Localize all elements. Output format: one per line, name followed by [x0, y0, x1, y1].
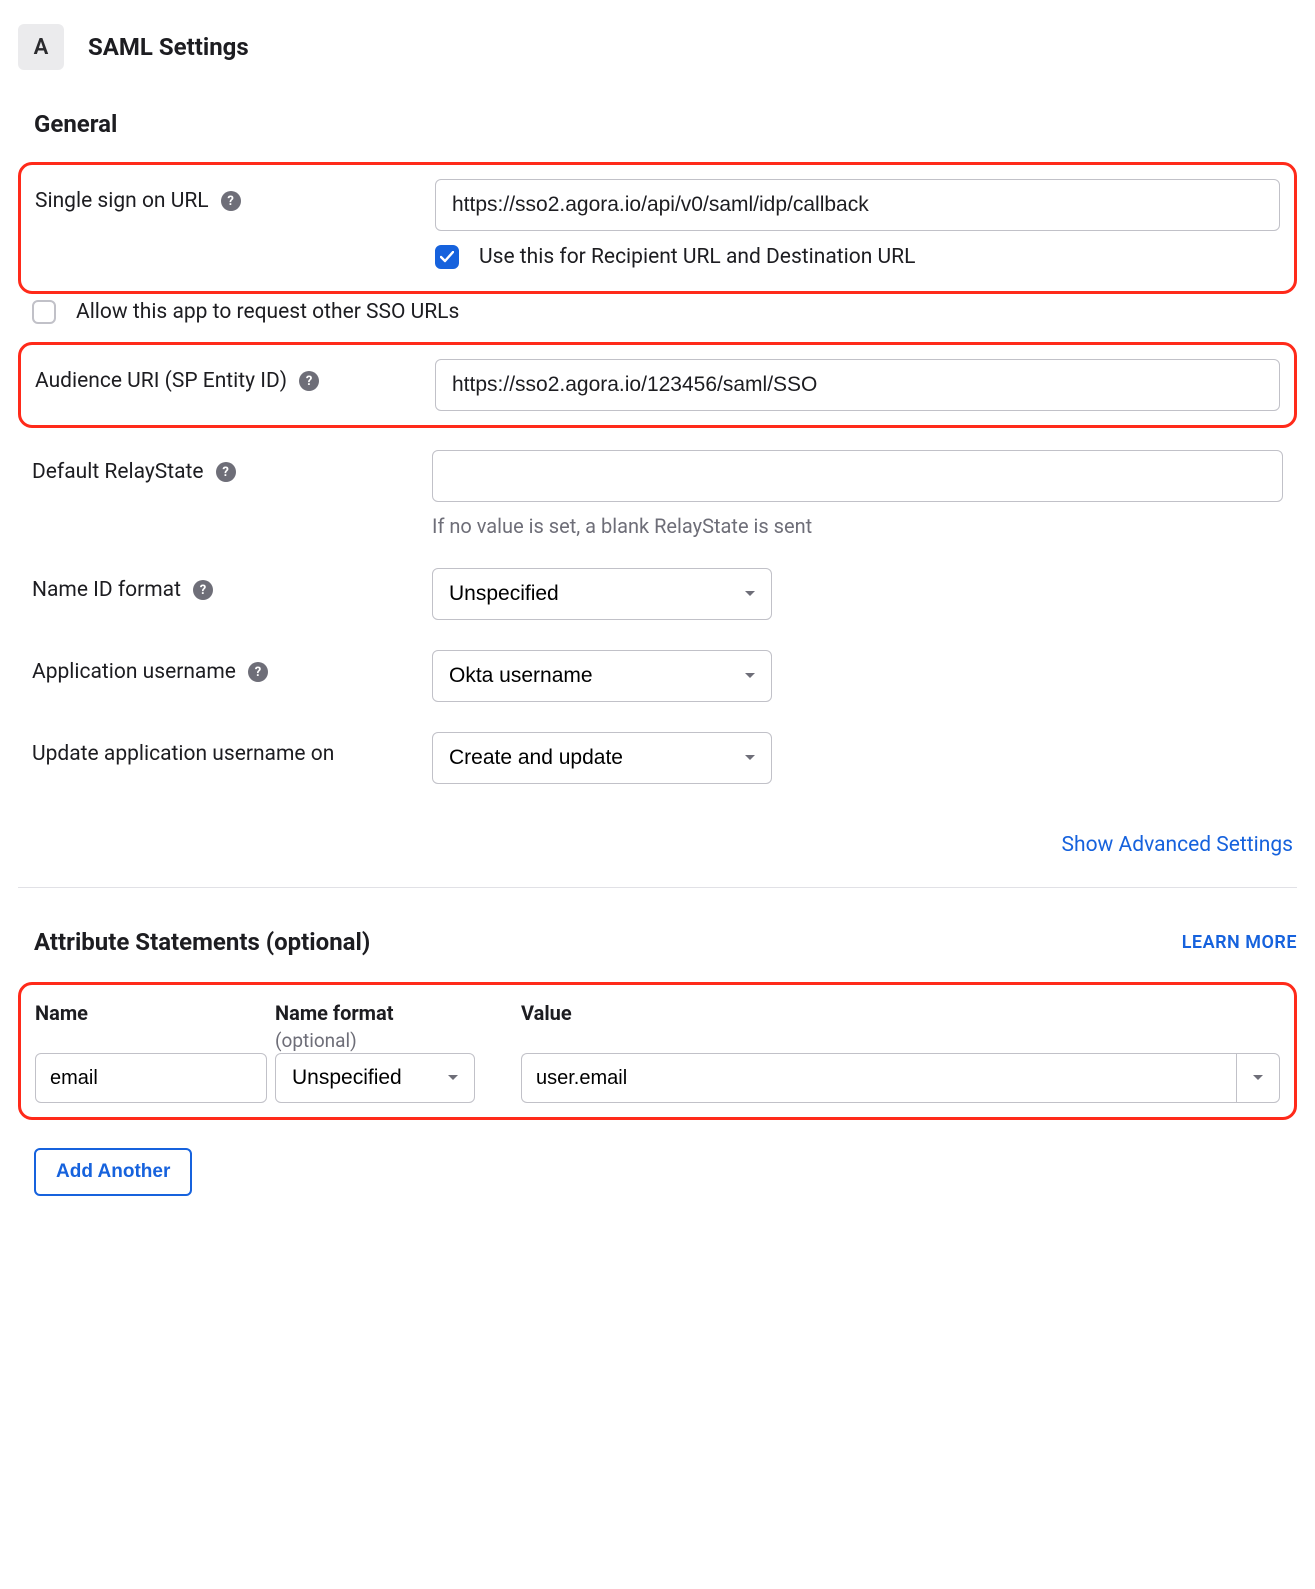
- audience-uri-input[interactable]: [435, 359, 1280, 411]
- name-id-format-select[interactable]: Unspecified: [432, 568, 772, 620]
- show-advanced-settings-link[interactable]: Show Advanced Settings: [1062, 833, 1293, 857]
- audience-uri-highlight: Audience URI (SP Entity ID) ?: [18, 342, 1297, 428]
- chevron-down-icon: [1252, 1074, 1264, 1082]
- help-icon[interactable]: ?: [221, 191, 241, 211]
- app-username-label: Application username: [32, 660, 236, 684]
- audience-uri-label: Audience URI (SP Entity ID): [35, 369, 287, 393]
- help-icon[interactable]: ?: [216, 462, 236, 482]
- help-icon[interactable]: ?: [248, 662, 268, 682]
- update-username-on-value: Create and update: [449, 746, 623, 770]
- relay-state-input[interactable]: [432, 450, 1283, 502]
- app-username-value: Okta username: [449, 664, 593, 688]
- allow-other-sso-checkbox[interactable]: [32, 300, 56, 324]
- sso-url-label: Single sign on URL: [35, 189, 209, 213]
- allow-other-sso-label: Allow this app to request other SSO URLs: [76, 300, 459, 324]
- wizard-step-header: A SAML Settings: [18, 24, 1297, 70]
- section-divider: [18, 887, 1297, 888]
- help-icon[interactable]: ?: [193, 580, 213, 600]
- step-badge: A: [18, 24, 64, 70]
- attr-value-input[interactable]: [521, 1053, 1236, 1103]
- general-heading: General: [34, 110, 1297, 138]
- name-id-format-value: Unspecified: [449, 582, 559, 606]
- attr-col-value-header: Value: [521, 999, 1280, 1053]
- name-id-format-label: Name ID format: [32, 578, 181, 602]
- attribute-row-highlight: Name Name format (optional) Unspecified: [18, 982, 1297, 1120]
- learn-more-link[interactable]: LEARN MORE: [1182, 932, 1297, 953]
- update-username-on-label: Update application username on: [32, 742, 334, 766]
- relay-state-label: Default RelayState: [32, 460, 204, 484]
- attr-col-format-header: Name format (optional): [275, 999, 475, 1053]
- use-for-recipient-checkbox[interactable]: [435, 245, 459, 269]
- add-another-button[interactable]: Add Another: [34, 1148, 192, 1196]
- page-title: SAML Settings: [88, 33, 249, 61]
- attribute-statements-heading: Attribute Statements (optional): [34, 928, 370, 956]
- attr-value-dropdown-button[interactable]: [1236, 1053, 1280, 1103]
- attr-name-format-value: Unspecified: [292, 1066, 402, 1090]
- attr-name-format-select[interactable]: Unspecified: [275, 1053, 475, 1103]
- update-username-on-select[interactable]: Create and update: [432, 732, 772, 784]
- use-for-recipient-label: Use this for Recipient URL and Destinati…: [479, 245, 915, 269]
- sso-url-highlight: Single sign on URL ? Use this for Recipi…: [18, 162, 1297, 294]
- help-icon[interactable]: ?: [299, 371, 319, 391]
- relay-state-hint: If no value is set, a blank RelayState i…: [432, 514, 1283, 538]
- sso-url-input[interactable]: [435, 179, 1280, 231]
- attr-name-input[interactable]: [35, 1053, 267, 1103]
- attr-col-name-header: Name: [35, 999, 267, 1053]
- app-username-select[interactable]: Okta username: [432, 650, 772, 702]
